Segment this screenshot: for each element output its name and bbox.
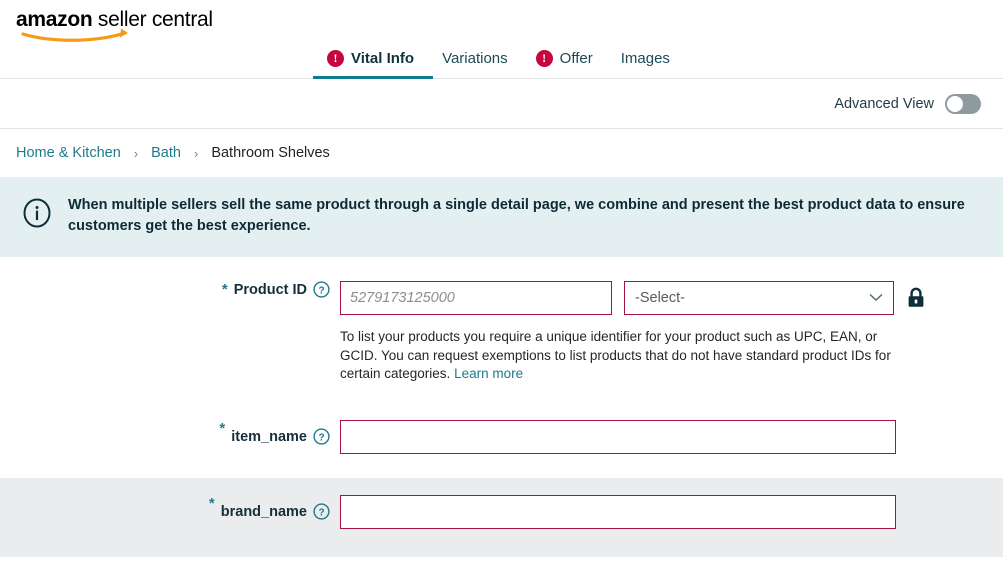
product-id-input-line: -Select-	[340, 281, 1003, 315]
tab-images-label: Images	[620, 49, 670, 67]
product-id-field-cell: -Select-	[340, 281, 1003, 384]
product-id-label: Product ID	[233, 281, 307, 298]
breadcrumb-item-bathroom-shelves: Bathroom Shelves	[211, 145, 330, 161]
breadcrumb-separator-icon: ›	[133, 145, 139, 161]
brand-name-field-cell	[340, 494, 1003, 529]
help-circle-icon[interactable]: ?	[313, 428, 330, 445]
vital-info-form: * Product ID ? -Select-	[0, 257, 1003, 557]
product-id-input[interactable]	[340, 281, 612, 315]
breadcrumb-separator-icon: ›	[193, 145, 199, 161]
tab-vital-info[interactable]: ! Vital Info	[313, 36, 428, 80]
primary-tabs: ! Vital Info Variations ! Offer Images	[313, 36, 684, 80]
help-circle-icon[interactable]: ?	[313, 281, 330, 298]
tab-offer[interactable]: ! Offer	[522, 36, 607, 80]
svg-text:?: ?	[318, 432, 324, 443]
product-id-helper-body: To list your products you require a uniq…	[340, 329, 891, 381]
tab-vital-info-label: Vital Info	[351, 49, 415, 67]
help-circle-icon[interactable]: ?	[313, 503, 330, 520]
tab-offer-label: Offer	[559, 49, 593, 67]
svg-text:?: ?	[318, 507, 324, 518]
brand-name-input-line	[340, 494, 1003, 529]
product-id-label-cell: * Product ID ?	[0, 281, 340, 298]
breadcrumb-item-bath[interactable]: Bath	[151, 145, 181, 161]
advanced-view-toggle[interactable]	[945, 93, 981, 114]
item-name-label: item_name	[231, 428, 307, 445]
item-name-label-cell: * item_name ?	[0, 420, 340, 454]
error-badge-icon: !	[327, 49, 344, 67]
advanced-view-bar: Advanced View	[0, 79, 1003, 129]
required-marker: *	[219, 419, 226, 437]
product-id-type-select[interactable]: -Select-	[624, 281, 894, 315]
tab-variations-label: Variations	[442, 49, 508, 67]
advanced-view-label: Advanced View	[834, 95, 934, 112]
item-name-input-line	[340, 419, 1003, 454]
item-name-input[interactable]	[340, 419, 896, 454]
item-name-field-cell	[340, 419, 1003, 454]
breadcrumb-item-home-kitchen[interactable]: Home & Kitchen	[16, 145, 121, 161]
form-row-brand-name: * brand_name ?	[0, 477, 1003, 557]
breadcrumb: Home & Kitchen › Bath › Bathroom Shelves	[0, 129, 1003, 177]
tab-variations[interactable]: Variations	[428, 36, 522, 80]
error-badge-icon: !	[535, 49, 553, 67]
product-id-helper-text: To list your products you require a uniq…	[340, 328, 902, 384]
tab-images[interactable]: Images	[607, 36, 684, 80]
info-banner: When multiple sellers sell the same prod…	[0, 177, 1003, 257]
app-header: amazon seller central ! Vital Info Varia…	[0, 0, 1003, 80]
amazon-seller-central-logo[interactable]: amazon seller central	[16, 9, 216, 45]
required-marker: *	[221, 281, 228, 298]
svg-text:?: ?	[318, 285, 324, 296]
learn-more-link[interactable]: Learn more	[454, 366, 523, 381]
info-banner-message: When multiple sellers sell the same prod…	[68, 197, 965, 234]
brand-name-label: brand_name	[220, 503, 307, 520]
form-row-item-name: * item_name ?	[0, 406, 1003, 478]
required-marker: *	[208, 494, 215, 512]
lock-closed-icon[interactable]	[906, 286, 926, 310]
brand-name-input[interactable]	[340, 494, 896, 529]
chevron-down-icon	[869, 290, 883, 306]
toggle-knob	[947, 95, 963, 112]
product-id-type-select-value: -Select-	[635, 290, 685, 306]
amazon-swoosh-icon	[21, 28, 134, 42]
form-row-product-id: * Product ID ? -Select-	[0, 257, 1003, 406]
info-circle-icon	[22, 198, 52, 233]
brand-name-label-cell: * brand_name ?	[0, 495, 340, 529]
